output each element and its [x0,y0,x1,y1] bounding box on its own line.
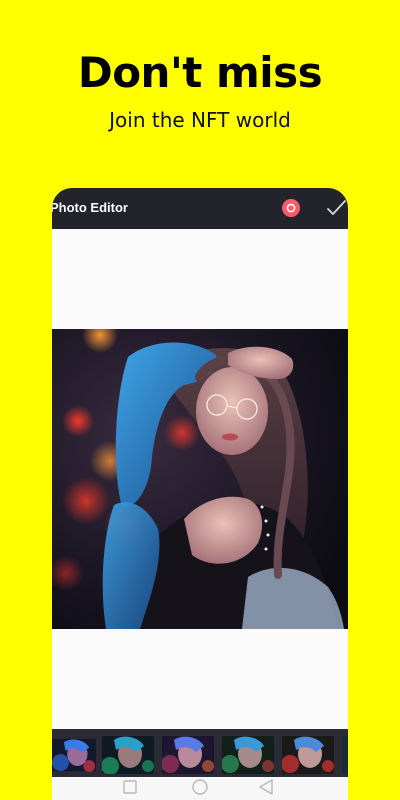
filter-thumbnail[interactable] [102,736,154,774]
checkmark-icon[interactable] [325,197,347,219]
phone-frame: Photo Editor [52,188,348,800]
subheadline: Join the NFT world [109,108,291,132]
headline: Don't miss [77,48,323,97]
filter-thumbnail[interactable] [162,736,214,774]
reset-circle-icon [286,203,296,213]
recent-apps-icon[interactable] [123,780,137,794]
filter-thumbnail[interactable] [342,736,348,774]
filter-strip [52,729,348,777]
reset-button[interactable] [282,199,300,217]
back-icon[interactable] [259,779,273,795]
home-icon[interactable] [192,779,208,795]
system-nav-bar [52,777,348,800]
photo-preview[interactable] [52,329,348,629]
filter-thumbnail[interactable] [52,736,96,774]
editor-canvas [52,229,348,729]
filter-thumbnail[interactable] [282,736,334,774]
app-title: Photo Editor [52,200,128,215]
filter-thumbnail[interactable] [222,736,274,774]
app-bar: Photo Editor [52,188,348,229]
